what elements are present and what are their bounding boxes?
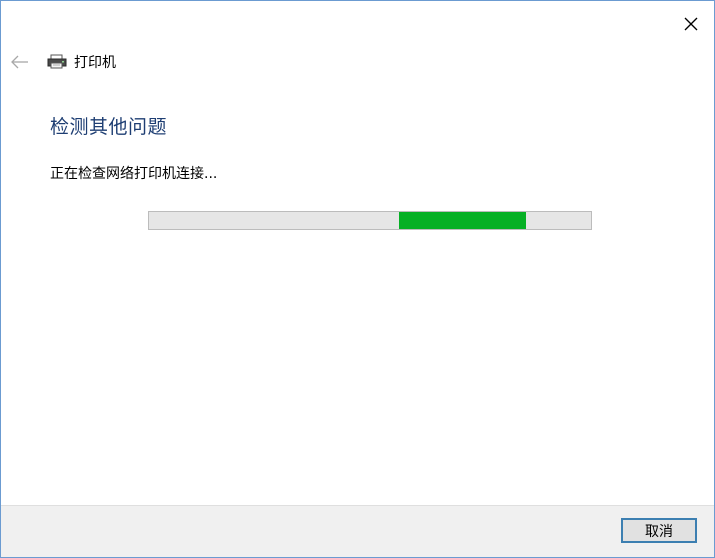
back-arrow-icon bbox=[11, 55, 28, 69]
navigation-bar: 打印机 bbox=[1, 46, 116, 78]
printer-icon bbox=[47, 54, 67, 70]
close-button[interactable] bbox=[676, 9, 706, 39]
close-icon bbox=[684, 17, 698, 31]
window-title: 打印机 bbox=[74, 55, 116, 71]
troubleshooter-window: 打印机 检测其他问题 正在检查网络打印机连接... 取消 bbox=[0, 0, 715, 558]
progress-bar-fill bbox=[399, 212, 526, 229]
back-button[interactable] bbox=[9, 51, 31, 73]
footer-bar: 取消 bbox=[1, 505, 714, 557]
progress-bar bbox=[148, 211, 592, 230]
page-title: 检测其他问题 bbox=[50, 116, 168, 138]
status-text: 正在检查网络打印机连接... bbox=[50, 166, 218, 182]
cancel-button[interactable]: 取消 bbox=[621, 518, 697, 543]
